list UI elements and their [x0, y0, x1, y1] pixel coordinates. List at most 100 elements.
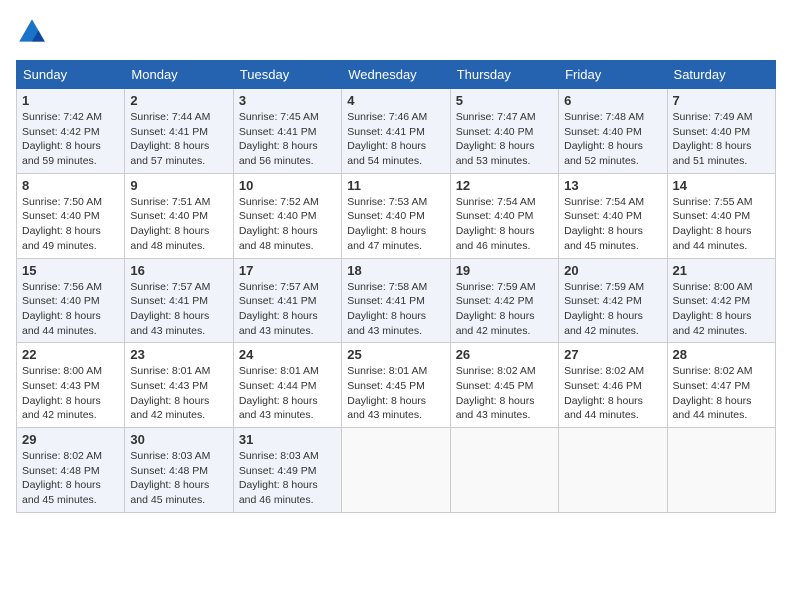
day-number: 16: [130, 263, 227, 278]
weekday-header-cell: Saturday: [667, 61, 775, 89]
day-number: 4: [347, 93, 444, 108]
day-number: 5: [456, 93, 553, 108]
weekday-header-cell: Monday: [125, 61, 233, 89]
day-info: Sunrise: 8:01 AM Sunset: 4:44 PM Dayligh…: [239, 364, 336, 423]
calendar-cell: [667, 428, 775, 513]
day-number: 29: [22, 432, 119, 447]
calendar-week-row: 8 Sunrise: 7:50 AM Sunset: 4:40 PM Dayli…: [17, 173, 776, 258]
calendar-week-row: 22 Sunrise: 8:00 AM Sunset: 4:43 PM Dayl…: [17, 343, 776, 428]
day-info: Sunrise: 7:54 AM Sunset: 4:40 PM Dayligh…: [456, 195, 553, 254]
calendar-cell: 9 Sunrise: 7:51 AM Sunset: 4:40 PM Dayli…: [125, 173, 233, 258]
day-info: Sunrise: 7:57 AM Sunset: 4:41 PM Dayligh…: [130, 280, 227, 339]
calendar-cell: 12 Sunrise: 7:54 AM Sunset: 4:40 PM Dayl…: [450, 173, 558, 258]
day-info: Sunrise: 7:59 AM Sunset: 4:42 PM Dayligh…: [456, 280, 553, 339]
calendar-table: SundayMondayTuesdayWednesdayThursdayFrid…: [16, 60, 776, 513]
weekday-header-cell: Wednesday: [342, 61, 450, 89]
day-info: Sunrise: 7:47 AM Sunset: 4:40 PM Dayligh…: [456, 110, 553, 169]
day-number: 24: [239, 347, 336, 362]
calendar-cell: 1 Sunrise: 7:42 AM Sunset: 4:42 PM Dayli…: [17, 89, 125, 174]
day-number: 23: [130, 347, 227, 362]
day-info: Sunrise: 7:49 AM Sunset: 4:40 PM Dayligh…: [673, 110, 770, 169]
day-number: 3: [239, 93, 336, 108]
calendar-cell: 7 Sunrise: 7:49 AM Sunset: 4:40 PM Dayli…: [667, 89, 775, 174]
day-number: 9: [130, 178, 227, 193]
page-header: [16, 16, 776, 48]
day-number: 28: [673, 347, 770, 362]
day-number: 17: [239, 263, 336, 278]
logo-icon: [16, 16, 48, 48]
calendar-cell: 11 Sunrise: 7:53 AM Sunset: 4:40 PM Dayl…: [342, 173, 450, 258]
weekday-header-row: SundayMondayTuesdayWednesdayThursdayFrid…: [17, 61, 776, 89]
calendar-cell: 19 Sunrise: 7:59 AM Sunset: 4:42 PM Dayl…: [450, 258, 558, 343]
day-info: Sunrise: 7:54 AM Sunset: 4:40 PM Dayligh…: [564, 195, 661, 254]
day-number: 19: [456, 263, 553, 278]
calendar-cell: 17 Sunrise: 7:57 AM Sunset: 4:41 PM Dayl…: [233, 258, 341, 343]
weekday-header-cell: Thursday: [450, 61, 558, 89]
day-info: Sunrise: 8:02 AM Sunset: 4:48 PM Dayligh…: [22, 449, 119, 508]
day-number: 21: [673, 263, 770, 278]
day-info: Sunrise: 7:51 AM Sunset: 4:40 PM Dayligh…: [130, 195, 227, 254]
day-info: Sunrise: 7:52 AM Sunset: 4:40 PM Dayligh…: [239, 195, 336, 254]
calendar-week-row: 29 Sunrise: 8:02 AM Sunset: 4:48 PM Dayl…: [17, 428, 776, 513]
calendar-cell: 24 Sunrise: 8:01 AM Sunset: 4:44 PM Dayl…: [233, 343, 341, 428]
calendar-cell: 3 Sunrise: 7:45 AM Sunset: 4:41 PM Dayli…: [233, 89, 341, 174]
calendar-cell: 29 Sunrise: 8:02 AM Sunset: 4:48 PM Dayl…: [17, 428, 125, 513]
day-info: Sunrise: 8:00 AM Sunset: 4:42 PM Dayligh…: [673, 280, 770, 339]
day-info: Sunrise: 7:44 AM Sunset: 4:41 PM Dayligh…: [130, 110, 227, 169]
day-number: 31: [239, 432, 336, 447]
day-number: 1: [22, 93, 119, 108]
day-info: Sunrise: 7:45 AM Sunset: 4:41 PM Dayligh…: [239, 110, 336, 169]
day-info: Sunrise: 7:58 AM Sunset: 4:41 PM Dayligh…: [347, 280, 444, 339]
day-number: 11: [347, 178, 444, 193]
day-number: 20: [564, 263, 661, 278]
calendar-cell: 14 Sunrise: 7:55 AM Sunset: 4:40 PM Dayl…: [667, 173, 775, 258]
calendar-cell: 15 Sunrise: 7:56 AM Sunset: 4:40 PM Dayl…: [17, 258, 125, 343]
day-number: 8: [22, 178, 119, 193]
calendar-cell: 21 Sunrise: 8:00 AM Sunset: 4:42 PM Dayl…: [667, 258, 775, 343]
calendar-cell: 22 Sunrise: 8:00 AM Sunset: 4:43 PM Dayl…: [17, 343, 125, 428]
calendar-cell: 23 Sunrise: 8:01 AM Sunset: 4:43 PM Dayl…: [125, 343, 233, 428]
day-info: Sunrise: 7:50 AM Sunset: 4:40 PM Dayligh…: [22, 195, 119, 254]
calendar-cell: 31 Sunrise: 8:03 AM Sunset: 4:49 PM Dayl…: [233, 428, 341, 513]
day-number: 14: [673, 178, 770, 193]
day-number: 6: [564, 93, 661, 108]
day-number: 18: [347, 263, 444, 278]
day-info: Sunrise: 8:03 AM Sunset: 4:48 PM Dayligh…: [130, 449, 227, 508]
day-info: Sunrise: 7:46 AM Sunset: 4:41 PM Dayligh…: [347, 110, 444, 169]
calendar-cell: 27 Sunrise: 8:02 AM Sunset: 4:46 PM Dayl…: [559, 343, 667, 428]
day-number: 27: [564, 347, 661, 362]
calendar-cell: 16 Sunrise: 7:57 AM Sunset: 4:41 PM Dayl…: [125, 258, 233, 343]
calendar-cell: 4 Sunrise: 7:46 AM Sunset: 4:41 PM Dayli…: [342, 89, 450, 174]
day-info: Sunrise: 8:00 AM Sunset: 4:43 PM Dayligh…: [22, 364, 119, 423]
day-number: 26: [456, 347, 553, 362]
calendar-cell: 8 Sunrise: 7:50 AM Sunset: 4:40 PM Dayli…: [17, 173, 125, 258]
day-number: 7: [673, 93, 770, 108]
day-number: 22: [22, 347, 119, 362]
day-number: 25: [347, 347, 444, 362]
day-info: Sunrise: 8:02 AM Sunset: 4:46 PM Dayligh…: [564, 364, 661, 423]
calendar-cell: [342, 428, 450, 513]
day-number: 13: [564, 178, 661, 193]
calendar-cell: [559, 428, 667, 513]
day-info: Sunrise: 8:01 AM Sunset: 4:43 PM Dayligh…: [130, 364, 227, 423]
calendar-cell: 13 Sunrise: 7:54 AM Sunset: 4:40 PM Dayl…: [559, 173, 667, 258]
calendar-cell: 6 Sunrise: 7:48 AM Sunset: 4:40 PM Dayli…: [559, 89, 667, 174]
calendar-cell: 18 Sunrise: 7:58 AM Sunset: 4:41 PM Dayl…: [342, 258, 450, 343]
day-info: Sunrise: 7:55 AM Sunset: 4:40 PM Dayligh…: [673, 195, 770, 254]
calendar-cell: 5 Sunrise: 7:47 AM Sunset: 4:40 PM Dayli…: [450, 89, 558, 174]
calendar-cell: 20 Sunrise: 7:59 AM Sunset: 4:42 PM Dayl…: [559, 258, 667, 343]
day-info: Sunrise: 8:02 AM Sunset: 4:45 PM Dayligh…: [456, 364, 553, 423]
day-info: Sunrise: 7:59 AM Sunset: 4:42 PM Dayligh…: [564, 280, 661, 339]
day-info: Sunrise: 8:03 AM Sunset: 4:49 PM Dayligh…: [239, 449, 336, 508]
day-info: Sunrise: 7:57 AM Sunset: 4:41 PM Dayligh…: [239, 280, 336, 339]
day-info: Sunrise: 7:56 AM Sunset: 4:40 PM Dayligh…: [22, 280, 119, 339]
calendar-cell: 28 Sunrise: 8:02 AM Sunset: 4:47 PM Dayl…: [667, 343, 775, 428]
day-number: 12: [456, 178, 553, 193]
day-info: Sunrise: 7:42 AM Sunset: 4:42 PM Dayligh…: [22, 110, 119, 169]
day-info: Sunrise: 8:01 AM Sunset: 4:45 PM Dayligh…: [347, 364, 444, 423]
calendar-cell: 25 Sunrise: 8:01 AM Sunset: 4:45 PM Dayl…: [342, 343, 450, 428]
day-number: 2: [130, 93, 227, 108]
logo: [16, 16, 52, 48]
weekday-header-cell: Friday: [559, 61, 667, 89]
calendar-body: 1 Sunrise: 7:42 AM Sunset: 4:42 PM Dayli…: [17, 89, 776, 513]
